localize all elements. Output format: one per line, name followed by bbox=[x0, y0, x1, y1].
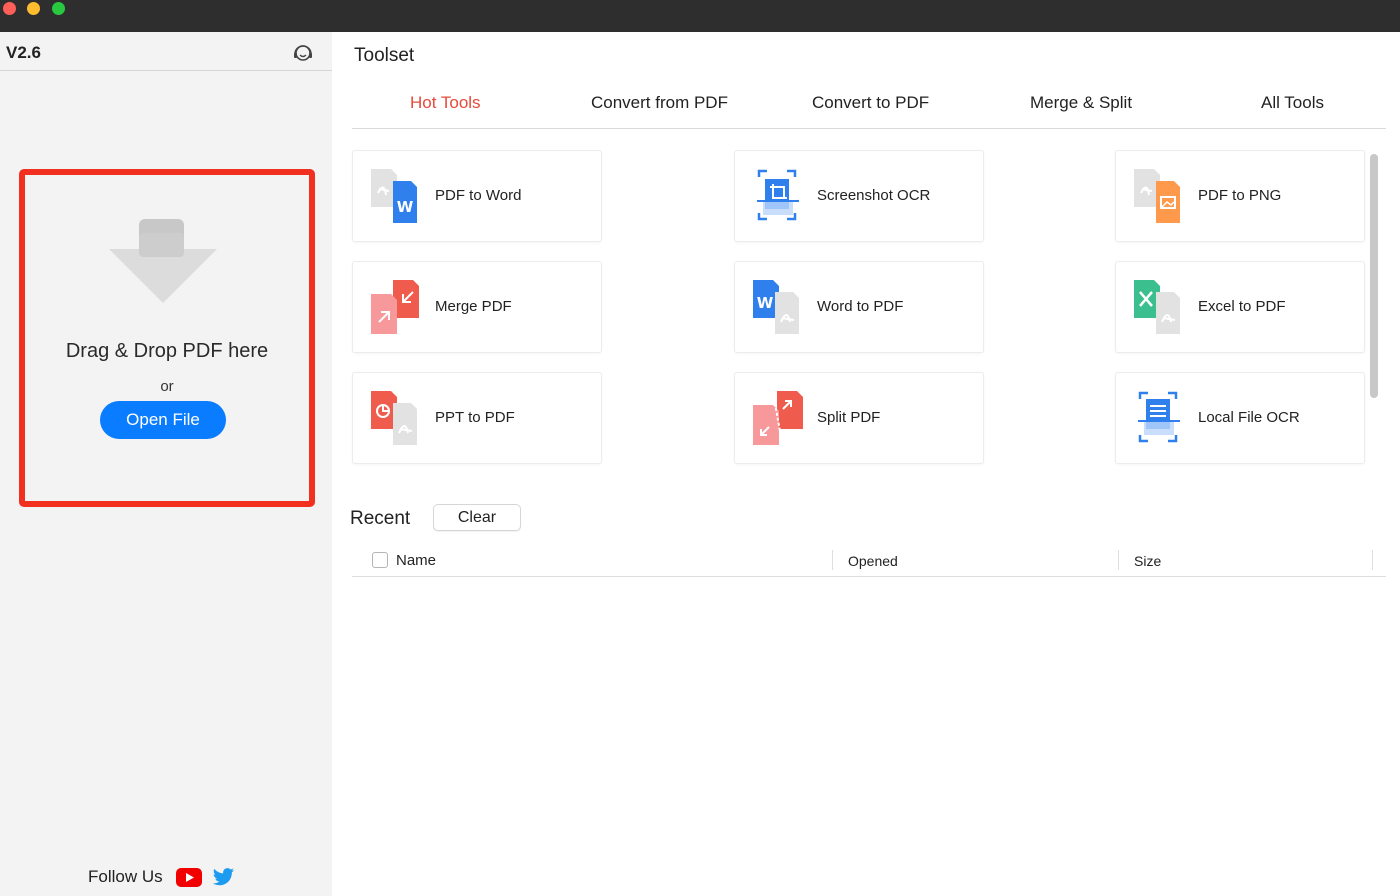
sidebar-divider bbox=[0, 70, 332, 71]
tab-convert-from-pdf[interactable]: Convert from PDF bbox=[591, 93, 728, 113]
tab-all-tools[interactable]: All Tools bbox=[1261, 93, 1324, 113]
tools-scrollbar-thumb[interactable] bbox=[1370, 154, 1378, 398]
column-separator bbox=[1372, 550, 1373, 570]
word-to-pdf-icon: W bbox=[753, 280, 799, 334]
tool-card-pdf-to-png[interactable]: PDF to PNG bbox=[1115, 150, 1365, 242]
split-pdf-icon bbox=[753, 391, 803, 445]
pdf-to-png-icon bbox=[1134, 169, 1180, 223]
tool-label: PDF to Word bbox=[435, 187, 522, 204]
tool-card-local-file-ocr[interactable]: Local File OCR bbox=[1115, 372, 1365, 464]
twitter-icon[interactable] bbox=[212, 867, 235, 888]
clear-recent-button[interactable]: Clear bbox=[433, 504, 521, 531]
tool-label: PPT to PDF bbox=[435, 409, 515, 426]
tool-card-merge-pdf[interactable]: Merge PDF bbox=[352, 261, 602, 353]
tool-label: PDF to PNG bbox=[1198, 187, 1282, 204]
tool-card-screenshot-ocr[interactable]: Screenshot OCR bbox=[734, 150, 984, 242]
tab-convert-to-pdf[interactable]: Convert to PDF bbox=[812, 93, 929, 113]
ppt-to-pdf-icon bbox=[371, 391, 417, 445]
tool-label: Excel to PDF bbox=[1198, 298, 1286, 315]
tool-label: Word to PDF bbox=[817, 298, 904, 315]
tool-label: Screenshot OCR bbox=[817, 187, 931, 204]
tab-hot-tools[interactable]: Hot Tools bbox=[410, 93, 481, 113]
youtube-icon[interactable] bbox=[176, 868, 202, 887]
tool-card-split-pdf[interactable]: Split PDF bbox=[734, 372, 984, 464]
download-arrow-icon bbox=[109, 219, 217, 303]
tab-merge-split[interactable]: Merge & Split bbox=[1030, 93, 1132, 113]
tool-card-excel-to-pdf[interactable]: Excel to PDF bbox=[1115, 261, 1365, 353]
minimize-window-button[interactable] bbox=[27, 2, 40, 15]
column-header-opened[interactable]: Opened bbox=[848, 553, 898, 569]
tool-card-word-to-pdf[interactable]: W Word to PDF bbox=[734, 261, 984, 353]
tool-label: Local File OCR bbox=[1198, 409, 1300, 426]
tabs-divider bbox=[352, 128, 1386, 129]
merge-pdf-icon bbox=[371, 280, 419, 334]
column-header-name[interactable]: Name bbox=[396, 552, 436, 569]
column-separator bbox=[1118, 550, 1119, 570]
zoom-window-button[interactable] bbox=[52, 2, 65, 15]
support-headset-icon[interactable] bbox=[291, 41, 315, 65]
app-version: V2.6 bbox=[6, 43, 41, 62]
main-panel: Toolset Hot Tools Convert from PDF Conve… bbox=[332, 32, 1400, 896]
toolset-title: Toolset bbox=[354, 45, 415, 66]
column-header-size[interactable]: Size bbox=[1134, 553, 1161, 569]
sidebar: V2.6 Drag & Drop PDF here or Open File F… bbox=[0, 32, 332, 896]
window-titlebar bbox=[0, 0, 1400, 32]
tool-label: Merge PDF bbox=[435, 298, 512, 315]
close-window-button[interactable] bbox=[3, 2, 16, 15]
screenshot-ocr-icon bbox=[757, 169, 799, 221]
open-file-button[interactable]: Open File bbox=[100, 401, 226, 439]
tool-card-pdf-to-word[interactable]: W PDF to Word bbox=[352, 150, 602, 242]
or-separator: or bbox=[160, 378, 174, 395]
follow-us-label: Follow Us bbox=[88, 867, 163, 886]
recent-table-header-divider bbox=[352, 576, 1386, 577]
excel-to-pdf-icon bbox=[1134, 280, 1180, 334]
select-all-checkbox[interactable] bbox=[372, 552, 388, 568]
recent-title: Recent bbox=[350, 508, 411, 529]
pdf-to-word-icon: W bbox=[371, 169, 417, 223]
column-separator bbox=[832, 550, 833, 570]
svg-text:W: W bbox=[757, 294, 774, 312]
drop-zone[interactable]: Drag & Drop PDF here or Open File bbox=[19, 169, 315, 507]
svg-text:W: W bbox=[397, 198, 414, 216]
drop-instructions: Drag & Drop PDF here bbox=[65, 340, 269, 362]
tool-label: Split PDF bbox=[817, 409, 881, 426]
local-file-ocr-icon bbox=[1138, 391, 1180, 443]
tool-card-ppt-to-pdf[interactable]: PPT to PDF bbox=[352, 372, 602, 464]
